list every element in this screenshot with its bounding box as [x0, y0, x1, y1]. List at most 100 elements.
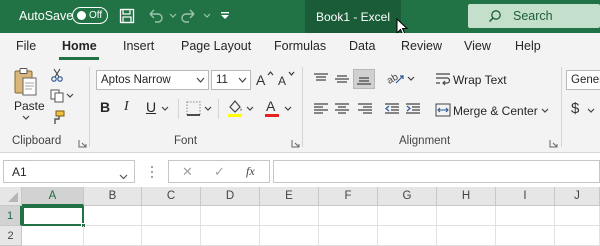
column-header-g[interactable]: G	[378, 187, 437, 206]
wrap-text-label[interactable]: Wrap Text	[453, 73, 507, 87]
column-header-a[interactable]: A	[22, 187, 84, 206]
increase-font-size-icon[interactable]: A	[256, 71, 274, 87]
column-header-b[interactable]: B	[84, 187, 142, 206]
middle-align-icon[interactable]	[334, 72, 350, 86]
font-launcher-icon[interactable]	[291, 137, 300, 148]
column-header-e[interactable]: E	[260, 187, 319, 206]
increase-indent-icon[interactable]	[405, 102, 421, 116]
column-header-f[interactable]: F	[319, 187, 378, 206]
bottom-align-icon[interactable]	[353, 69, 375, 89]
autosave-toggle[interactable]: Off	[72, 7, 108, 24]
cancel-icon[interactable]: ✕	[182, 164, 193, 180]
cell-d1[interactable]	[201, 206, 260, 226]
active-tab-indicator	[59, 57, 99, 60]
fill-color-dropdown-icon[interactable]	[246, 106, 254, 112]
tab-page-layout[interactable]: Page Layout	[181, 39, 251, 53]
font-color-icon[interactable]: A	[264, 98, 280, 118]
tab-file[interactable]: File	[16, 39, 36, 53]
accounting-dropdown-icon[interactable]	[587, 108, 595, 114]
search-box[interactable]: Search	[468, 4, 600, 28]
select-all-corner[interactable]	[0, 187, 22, 206]
underline-button[interactable]: U	[146, 99, 156, 115]
cell-i2[interactable]	[496, 226, 555, 246]
column-header-i[interactable]: I	[496, 187, 555, 206]
redo-icon[interactable]	[180, 7, 198, 25]
top-align-icon[interactable]	[313, 72, 329, 86]
row-header-2[interactable]: 2	[0, 226, 22, 246]
cell-b2[interactable]	[84, 226, 142, 246]
wrap-text-icon[interactable]	[435, 72, 451, 86]
cell-c2[interactable]	[142, 226, 201, 246]
cell-f1[interactable]	[319, 206, 378, 226]
column-header-h[interactable]: H	[437, 187, 496, 206]
format-painter-icon[interactable]	[50, 110, 65, 125]
tab-help[interactable]: Help	[515, 39, 541, 53]
tab-data[interactable]: Data	[349, 39, 375, 53]
cell-h1[interactable]	[437, 206, 496, 226]
decrease-font-size-icon[interactable]: A	[278, 71, 296, 87]
formula-bar-grip-icon[interactable]	[150, 164, 154, 183]
merge-center-icon[interactable]	[435, 103, 451, 117]
tab-review[interactable]: Review	[401, 39, 442, 53]
cell-e1[interactable]	[260, 206, 319, 226]
cell-h2[interactable]	[437, 226, 496, 246]
save-icon[interactable]	[118, 7, 136, 25]
paste-icon[interactable]	[12, 67, 38, 99]
cell-d2[interactable]	[201, 226, 260, 246]
paste-label[interactable]: Paste	[14, 99, 45, 113]
customize-qat-icon[interactable]	[216, 7, 234, 25]
paste-dropdown-icon[interactable]	[22, 115, 30, 121]
borders-icon[interactable]	[186, 101, 201, 116]
cell-g1[interactable]	[378, 206, 437, 226]
cell-j2[interactable]	[555, 226, 600, 246]
merge-center-dropdown-icon[interactable]	[541, 108, 549, 114]
cell-i1[interactable]	[496, 206, 555, 226]
column-header-j[interactable]: J	[555, 187, 600, 206]
column-header-c[interactable]: C	[142, 187, 201, 206]
enter-icon[interactable]: ✓	[214, 164, 225, 180]
cell-j1[interactable]	[555, 206, 600, 226]
chevron-down-icon	[196, 74, 205, 89]
redo-dropdown-icon[interactable]	[198, 7, 216, 25]
cell-e2[interactable]	[260, 226, 319, 246]
align-right-icon[interactable]	[357, 102, 373, 116]
tab-insert[interactable]: Insert	[123, 39, 154, 53]
undo-icon[interactable]	[146, 7, 164, 25]
accounting-format-icon[interactable]: $	[571, 100, 579, 117]
tab-formulas[interactable]: Formulas	[274, 39, 326, 53]
font-size-combo[interactable]: 11	[211, 70, 251, 90]
tab-home[interactable]: Home	[62, 39, 97, 53]
cut-icon[interactable]	[50, 68, 64, 82]
align-left-icon[interactable]	[313, 102, 329, 116]
alignment-launcher-icon[interactable]	[549, 137, 558, 148]
formula-input[interactable]	[273, 160, 600, 183]
italic-button[interactable]: I	[124, 99, 129, 115]
group-separator	[561, 67, 562, 147]
orientation-dropdown-icon[interactable]	[407, 76, 415, 82]
merge-center-label[interactable]: Merge & Center	[453, 104, 538, 118]
row-header-1[interactable]: 1	[0, 206, 22, 226]
underline-dropdown-icon[interactable]	[161, 106, 169, 112]
name-box[interactable]: A1	[3, 160, 135, 183]
orientation-icon[interactable]: ab	[386, 71, 406, 87]
bold-button[interactable]: B	[100, 99, 110, 115]
decrease-indent-icon[interactable]	[384, 102, 400, 116]
tab-view[interactable]: View	[464, 39, 491, 53]
cell-a1[interactable]	[22, 206, 84, 226]
cell-f2[interactable]	[319, 226, 378, 246]
clipboard-launcher-icon[interactable]	[78, 137, 87, 148]
font-name-combo[interactable]: Aptos Narrow	[96, 70, 209, 90]
copy-icon[interactable]	[50, 89, 64, 103]
cell-c1[interactable]	[142, 206, 201, 226]
number-format-combo[interactable]: Gener	[566, 70, 600, 90]
font-color-dropdown-icon[interactable]	[284, 106, 292, 112]
insert-function-icon[interactable]: fx	[246, 164, 255, 179]
cell-b1[interactable]	[84, 206, 142, 226]
fill-color-icon[interactable]	[226, 98, 244, 118]
column-header-d[interactable]: D	[201, 187, 260, 206]
cell-g2[interactable]	[378, 226, 437, 246]
align-center-icon[interactable]	[334, 102, 350, 116]
borders-dropdown-icon[interactable]	[204, 106, 212, 112]
cell-a2[interactable]	[22, 226, 84, 246]
copy-dropdown-icon[interactable]	[66, 93, 74, 99]
